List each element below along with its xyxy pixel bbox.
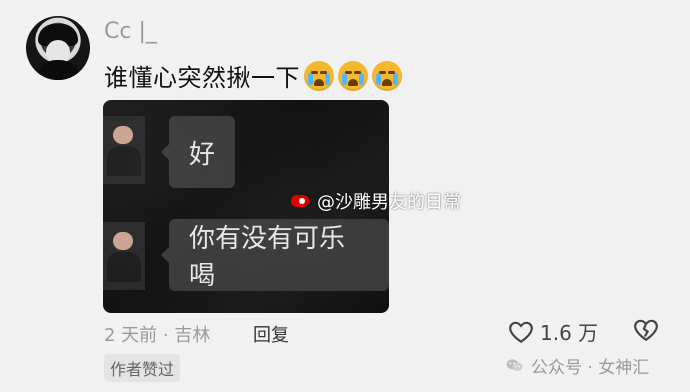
- crying-face-icon: [338, 60, 368, 91]
- thumb-face: [113, 232, 133, 250]
- tear-right-icon: [325, 72, 330, 85]
- mouth-icon: [314, 78, 324, 86]
- mouth-icon: [382, 78, 392, 86]
- tear-right-icon: [359, 72, 364, 85]
- crying-face-icon: [304, 60, 334, 91]
- chat-bubble-2: 你有没有可乐喝: [161, 219, 389, 291]
- thumb-face: [113, 126, 133, 144]
- chat-avatar-thumb: [103, 222, 145, 290]
- dislike-button[interactable]: [633, 318, 659, 346]
- like-button[interactable]: 1.6 万: [508, 317, 598, 346]
- wechat-icon: [506, 358, 523, 371]
- thumb-body: [107, 146, 141, 176]
- tear-left-icon: [308, 72, 313, 85]
- author-liked-badge: 作者赞过: [104, 354, 181, 382]
- crying-face-icon: [372, 60, 402, 91]
- heart-icon: [509, 321, 533, 343]
- comment-row: 谁懂心突然揪一下: [104, 58, 402, 93]
- comment-text: 谁懂心突然揪一下: [104, 64, 300, 92]
- tear-left-icon: [342, 72, 347, 85]
- chat-bubble-1: 好: [160, 116, 236, 188]
- chat-avatar-thumb: [103, 116, 145, 184]
- public-account-text: 公众号 · 女神汇: [531, 358, 650, 378]
- thumb-body: [107, 252, 141, 282]
- like-count: 1.6 万: [540, 321, 599, 345]
- mouth-icon: [348, 78, 358, 86]
- comment-meta: 2 天前 · 吉林: [104, 325, 211, 346]
- tear-left-icon: [376, 72, 381, 85]
- broken-heart-icon: [634, 319, 658, 342]
- weibo-icon: [289, 191, 313, 211]
- username[interactable]: Cc |_: [104, 19, 157, 44]
- avatar-body: [36, 60, 80, 80]
- reply-button[interactable]: 回复: [253, 321, 289, 347]
- weibo-watermark: @沙雕男友的日常: [289, 188, 461, 214]
- user-avatar[interactable]: [26, 16, 90, 80]
- tear-right-icon: [393, 72, 398, 85]
- watermark-text: @沙雕男友的日常: [317, 192, 461, 213]
- public-account-tag: 公众号 · 女神汇: [505, 353, 649, 378]
